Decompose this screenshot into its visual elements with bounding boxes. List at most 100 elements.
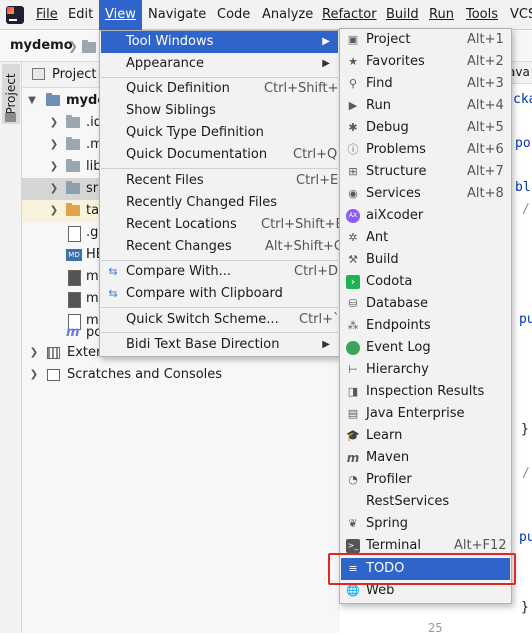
menu-tools[interactable]: Tools bbox=[460, 0, 504, 30]
menu-file[interactable]: File bbox=[30, 0, 64, 30]
tool-window-restservices[interactable]: RestServices bbox=[341, 491, 510, 513]
collapse-arrow-icon[interactable]: ❯ bbox=[28, 364, 40, 386]
menu-item-label: Project bbox=[366, 32, 411, 47]
collapse-arrow-icon[interactable]: ❯ bbox=[48, 156, 60, 178]
menu-item-shortcut: Ctrl+Q bbox=[293, 147, 338, 162]
menu-item-quick-definition[interactable]: Quick Definition Ctrl+Shift+I bbox=[101, 78, 342, 100]
menu-item-appearance[interactable]: Appearance ▶ bbox=[101, 53, 338, 75]
tool-window-java-enterprise[interactable]: ▤ Java Enterprise bbox=[341, 403, 510, 425]
menu-item-recent-changes[interactable]: Recent Changes Alt+Shift+C bbox=[101, 236, 343, 258]
inspection-icon: ◨ bbox=[347, 385, 359, 398]
tool-window-database[interactable]: ⛁ Database bbox=[341, 293, 510, 315]
project-panel-title: Project bbox=[52, 67, 97, 82]
menu-item-compare-with[interactable]: ⇆ Compare With... Ctrl+D bbox=[101, 261, 338, 283]
menu-item-shortcut: Ctrl+` bbox=[299, 312, 340, 327]
tool-window-event-log[interactable]: Event Log bbox=[341, 337, 510, 359]
menu-refactor[interactable]: Refactor bbox=[316, 0, 383, 30]
menu-item-label: Recent Locations bbox=[126, 217, 237, 232]
collapse-arrow-icon[interactable]: ❯ bbox=[28, 342, 40, 364]
tree-row-scratches[interactable]: ❯ Scratches and Consoles bbox=[22, 364, 340, 386]
menu-item-quick-switch-scheme[interactable]: Quick Switch Scheme... Ctrl+` bbox=[101, 309, 340, 331]
menu-separator bbox=[101, 332, 338, 333]
menu-item-recent-files[interactable]: Recent Files Ctrl+E bbox=[101, 170, 338, 192]
menu-item-label: Inspection Results bbox=[366, 384, 485, 399]
tool-window-learn[interactable]: 🎓 Learn bbox=[341, 425, 510, 447]
menu-item-label: Codota bbox=[366, 274, 413, 289]
tool-window-endpoints[interactable]: ⁂ Endpoints bbox=[341, 315, 510, 337]
menu-item-label: Run bbox=[366, 98, 391, 113]
folder-icon bbox=[66, 203, 80, 216]
menu-item-label: Favorites bbox=[366, 54, 425, 69]
menu-item-tool-windows[interactable]: Tool Windows ▶ bbox=[101, 31, 338, 53]
submenu-arrow-icon: ▶ bbox=[322, 58, 330, 69]
tool-window-structure[interactable]: ⊞ Structure Alt+7 bbox=[341, 161, 510, 183]
menu-file-label: File bbox=[36, 7, 58, 22]
menu-item-recent-locations[interactable]: Recent Locations Ctrl+Shift+E bbox=[101, 214, 344, 236]
menu-item-label: Maven bbox=[366, 450, 410, 465]
collapse-arrow-icon[interactable]: ❯ bbox=[48, 178, 60, 200]
menu-analyze[interactable]: Analyze bbox=[256, 0, 319, 30]
tool-window-find[interactable]: ⚲ Find Alt+3 bbox=[341, 73, 510, 95]
menu-item-recently-changed-files[interactable]: Recently Changed Files bbox=[101, 192, 338, 214]
todo-highlight-box bbox=[328, 553, 516, 585]
tool-window-profiler[interactable]: ◔ Profiler bbox=[341, 469, 510, 491]
tool-window-build[interactable]: ⚒ Build bbox=[341, 249, 510, 271]
tool-window-hierarchy[interactable]: ⊢ Hierarchy bbox=[341, 359, 510, 381]
tool-window-ant[interactable]: ✲ Ant bbox=[341, 227, 510, 249]
menu-item-label: Quick Switch Scheme... bbox=[126, 312, 279, 327]
menu-item-bidi-text[interactable]: Bidi Text Base Direction ▶ bbox=[101, 334, 338, 356]
tool-window-favorites[interactable]: ★ Favorites Alt+2 bbox=[341, 51, 510, 73]
folder-icon bbox=[82, 40, 96, 53]
expand-arrow-icon[interactable]: ▼ bbox=[26, 90, 38, 112]
menu-item-label: Structure bbox=[366, 164, 427, 179]
tool-window-aixcoder[interactable]: AX aiXcoder bbox=[341, 205, 510, 227]
breadcrumb-chevron-icon: ❯ bbox=[68, 39, 79, 53]
view-menu: Tool Windows ▶ Appearance ▶ Quick Defini… bbox=[99, 30, 344, 357]
tool-window-run[interactable]: ▶ Run Alt+4 bbox=[341, 95, 510, 117]
menu-item-shortcut: Ctrl+Shift+I bbox=[264, 81, 343, 96]
maven-icon: m bbox=[346, 451, 360, 465]
menu-item-label: Database bbox=[366, 296, 429, 311]
menu-navigate[interactable]: Navigate bbox=[142, 0, 212, 30]
menu-item-label: aiXcoder bbox=[366, 208, 424, 223]
folder-icon bbox=[66, 115, 80, 128]
collapse-arrow-icon[interactable]: ❯ bbox=[48, 134, 60, 156]
tool-window-codota[interactable]: › Codota bbox=[341, 271, 510, 293]
project-icon: ▣ bbox=[347, 33, 359, 46]
tool-window-problems[interactable]: ⓘ Problems Alt+6 bbox=[341, 139, 510, 161]
menu-refactor-label: Refactor bbox=[322, 7, 377, 22]
menu-item-show-siblings[interactable]: Show Siblings bbox=[101, 100, 338, 122]
collapse-arrow-icon[interactable]: ❯ bbox=[48, 200, 60, 222]
menu-view[interactable]: View bbox=[99, 0, 142, 30]
menu-vcs[interactable]: VCS bbox=[504, 0, 532, 30]
breadcrumb-project[interactable]: mydemo bbox=[10, 30, 73, 62]
tool-window-maven[interactable]: m Maven bbox=[341, 447, 510, 469]
tool-window-debug[interactable]: ✱ Debug Alt+5 bbox=[341, 117, 510, 139]
menu-item-shortcut: Alt+6 bbox=[467, 142, 504, 157]
menu-item-compare-clipboard[interactable]: ⇆ Compare with Clipboard bbox=[101, 283, 338, 305]
menu-code[interactable]: Code bbox=[211, 0, 256, 30]
menu-item-label: Quick Definition bbox=[126, 81, 230, 96]
menu-item-quick-type-definition[interactable]: Quick Type Definition bbox=[101, 122, 338, 144]
tool-window-services[interactable]: ◉ Services Alt+8 bbox=[341, 183, 510, 205]
problems-icon: ⓘ bbox=[347, 143, 359, 156]
menu-item-label: Quick Documentation bbox=[126, 147, 268, 162]
tool-window-inspection-results[interactable]: ◨ Inspection Results bbox=[341, 381, 510, 403]
code-fragment: port bbox=[515, 136, 532, 151]
collapse-arrow-icon[interactable]: ❯ bbox=[48, 112, 60, 134]
submenu-arrow-icon: ▶ bbox=[322, 36, 330, 47]
database-icon: ⛁ bbox=[348, 297, 358, 310]
menu-run[interactable]: Run bbox=[423, 0, 460, 30]
tool-window-project[interactable]: ▣ Project Alt+1 bbox=[341, 29, 510, 51]
terminal-icon: >_ bbox=[346, 539, 360, 553]
tool-window-spring[interactable]: ❦ Spring bbox=[341, 513, 510, 535]
file-icon bbox=[68, 270, 81, 286]
menu-item-label: Spring bbox=[366, 516, 408, 531]
folder-icon bbox=[66, 181, 80, 194]
menu-item-label: Ant bbox=[366, 230, 389, 245]
menu-edit[interactable]: Edit bbox=[62, 0, 99, 30]
menu-item-quick-documentation[interactable]: Quick Documentation Ctrl+Q bbox=[101, 144, 338, 166]
profiler-icon: ◔ bbox=[348, 473, 358, 486]
menu-build[interactable]: Build bbox=[380, 0, 425, 30]
menu-item-label: Show Siblings bbox=[126, 103, 216, 118]
